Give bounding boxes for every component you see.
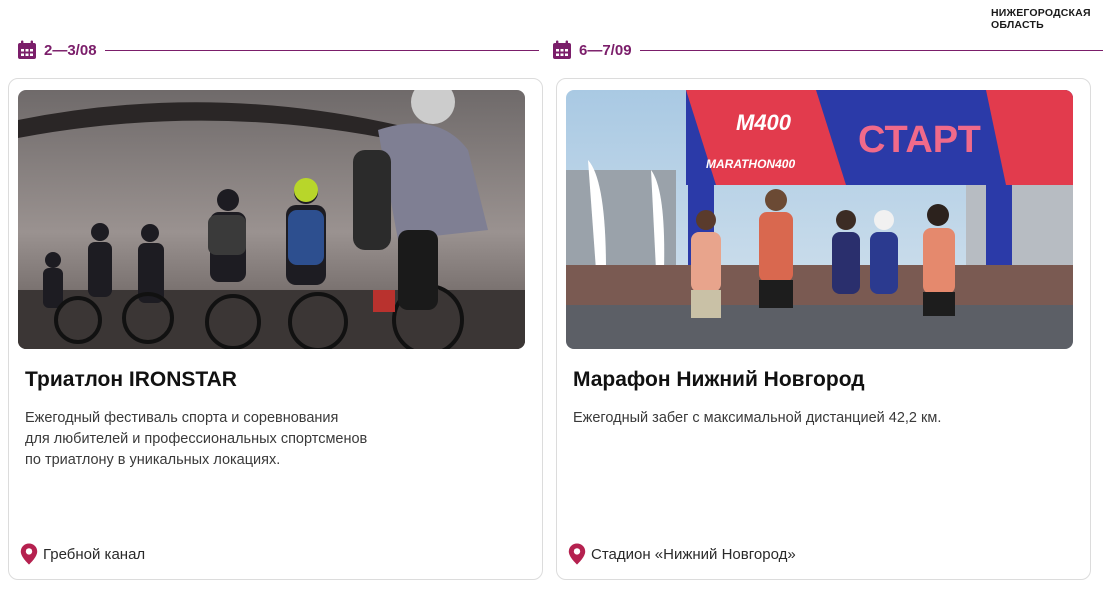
map-pin-icon xyxy=(568,543,586,565)
photo-brand-long: MARATHON400 xyxy=(706,157,795,171)
event-description-line: Ежегодный забег с максимальной дистанцие… xyxy=(573,410,942,426)
event-location: Стадион «Нижний Новгород» xyxy=(568,542,796,566)
photo-brand-short: M400 xyxy=(736,110,792,135)
event-photo-cyclists xyxy=(18,90,525,349)
region-logo[interactable]: НИЖЕГОРОДСКАЯ ОБЛАСТЬ xyxy=(991,7,1091,31)
event-title[interactable]: Триатлон IRONSTAR xyxy=(25,368,237,392)
calendar-icon xyxy=(18,40,36,59)
event-date-row: 2—3/08 xyxy=(17,38,539,62)
event-description-line: по триатлону в уникальных локациях. xyxy=(25,452,281,468)
event-location-text: Стадион «Нижний Новгород» xyxy=(591,545,796,563)
date-divider xyxy=(104,49,539,51)
event-description-line: для любителей и профессиональных спортсм… xyxy=(25,431,368,447)
region-label-line2: ОБЛАСТЬ xyxy=(991,19,1044,31)
event-card-triathlon[interactable]: Триатлон IRONSTAR Ежегодный фестиваль сп… xyxy=(8,78,543,580)
date-divider xyxy=(639,49,1103,51)
event-location-text: Гребной канал xyxy=(43,545,146,563)
event-date-row: 6—7/09 xyxy=(552,38,1103,62)
map-pin-icon xyxy=(20,543,38,565)
event-title[interactable]: Марафон Нижний Новгород xyxy=(573,368,865,392)
calendar-icon xyxy=(553,40,571,59)
event-description-line: Ежегодный фестиваль спорта и соревновани… xyxy=(25,410,339,426)
region-label-line1: НИЖЕГОРОДСКАЯ xyxy=(991,7,1091,19)
event-date: 6—7/09 xyxy=(579,41,632,59)
event-photo-runners: M400 MARATHON400 СТАРТ xyxy=(566,90,1073,349)
event-card-marathon[interactable]: M400 MARATHON400 СТАРТ Марафон Нижний Но… xyxy=(556,78,1091,580)
event-description: Ежегодный забег с максимальной дистанцие… xyxy=(573,408,993,429)
event-location: Гребной канал xyxy=(20,542,145,566)
event-date: 2—3/08 xyxy=(44,41,97,59)
photo-start-text: СТАРТ xyxy=(858,119,981,161)
event-description: Ежегодный фестиваль спорта и соревновани… xyxy=(25,408,445,471)
